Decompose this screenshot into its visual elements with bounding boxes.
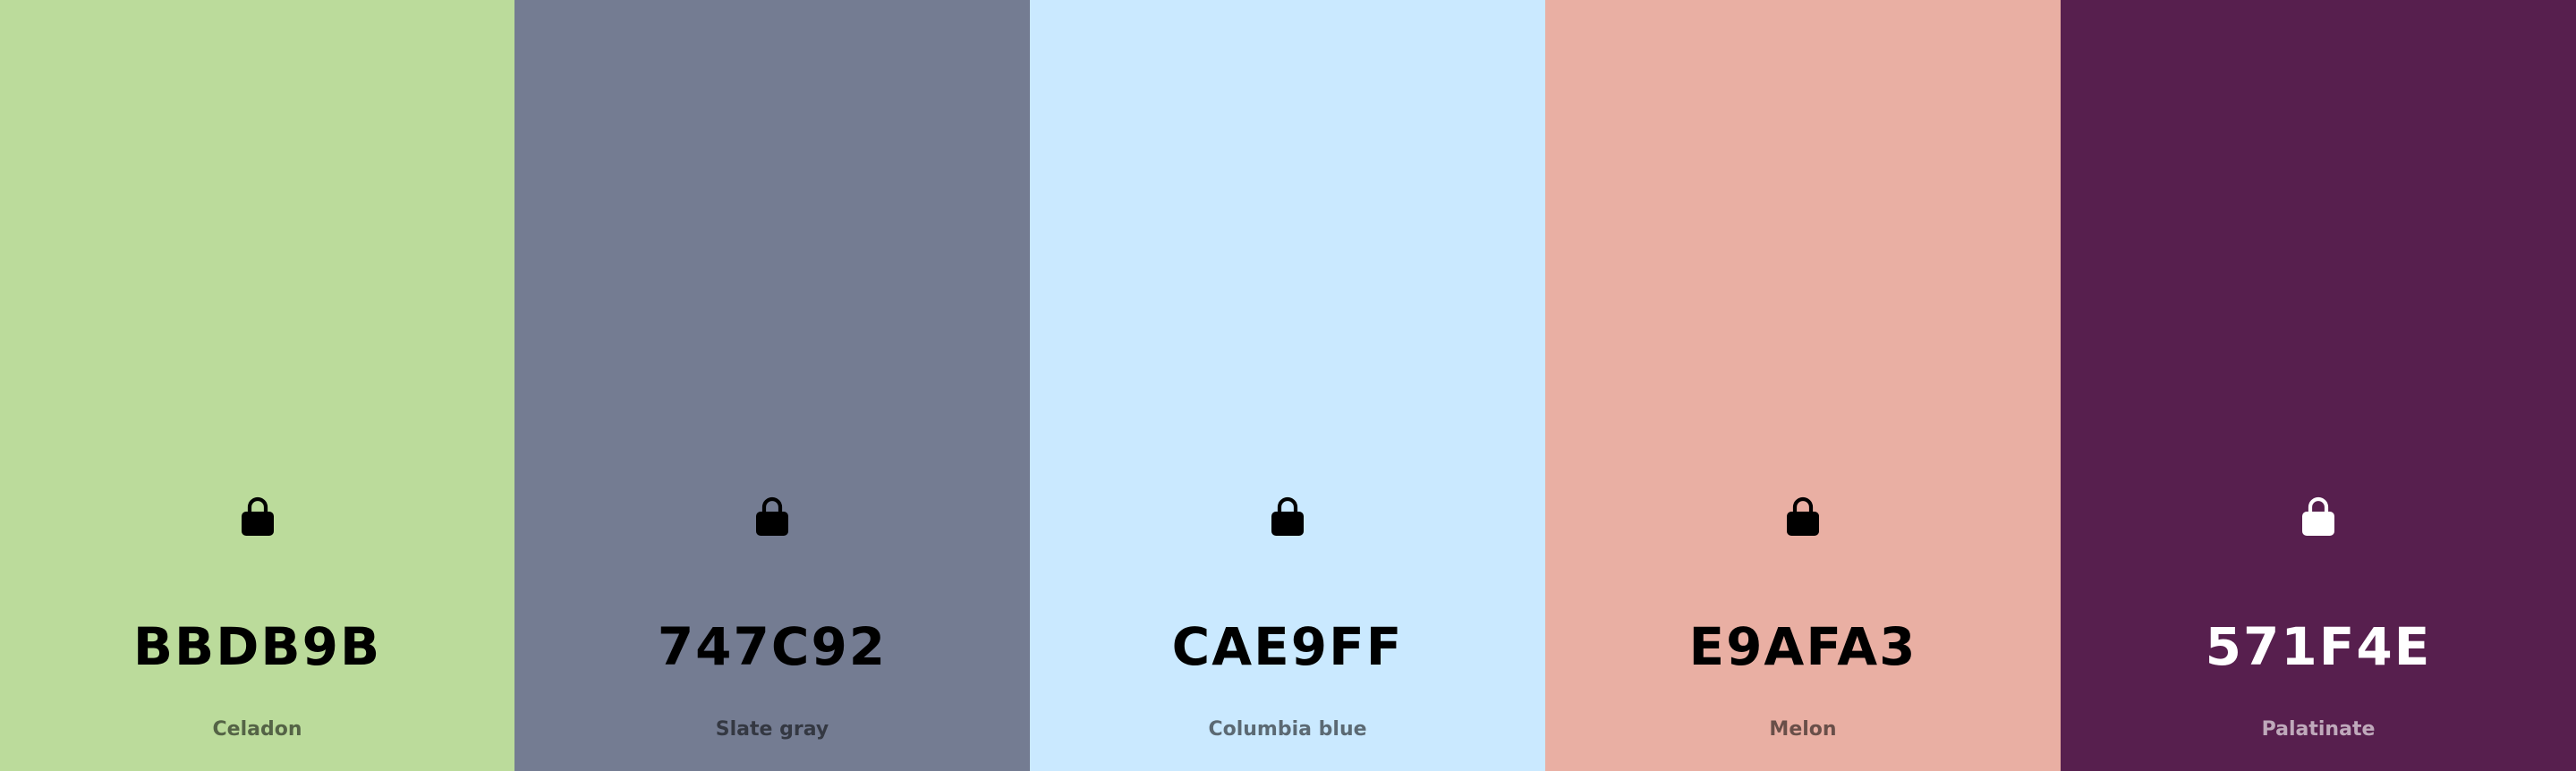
color-swatch-slate-gray[interactable]: 747C92 Slate gray [514,0,1030,771]
lock-button[interactable] [1268,494,1307,538]
hex-code[interactable]: E9AFA3 [1545,615,2061,678]
hex-code[interactable]: 571F4E [2061,615,2576,678]
color-swatch-columbia-blue[interactable]: CAE9FF Columbia blue [1030,0,1545,771]
color-swatch-palatinate[interactable]: 571F4E Palatinate [2061,0,2576,771]
color-name[interactable]: Celadon [0,716,514,744]
lock-button[interactable] [1783,494,1823,538]
hex-code[interactable]: 747C92 [514,615,1030,678]
color-name[interactable]: Slate gray [514,716,1030,744]
hex-code[interactable]: BBDB9B [0,615,514,678]
lock-icon [241,496,274,536]
lock-icon [2302,496,2334,536]
color-name[interactable]: Palatinate [2061,716,2576,744]
color-swatch-melon[interactable]: E9AFA3 Melon [1545,0,2061,771]
lock-icon [756,496,788,536]
color-palette: BBDB9B Celadon 747C92 Slate gray CAE9FF … [0,0,2576,771]
lock-icon [1271,496,1304,536]
lock-button[interactable] [752,494,792,538]
lock-button[interactable] [238,494,277,538]
color-name[interactable]: Melon [1545,716,2061,744]
lock-button[interactable] [2299,494,2338,538]
hex-code[interactable]: CAE9FF [1030,615,1545,678]
lock-icon [1787,496,1819,536]
color-name[interactable]: Columbia blue [1030,716,1545,744]
color-swatch-celadon[interactable]: BBDB9B Celadon [0,0,514,771]
